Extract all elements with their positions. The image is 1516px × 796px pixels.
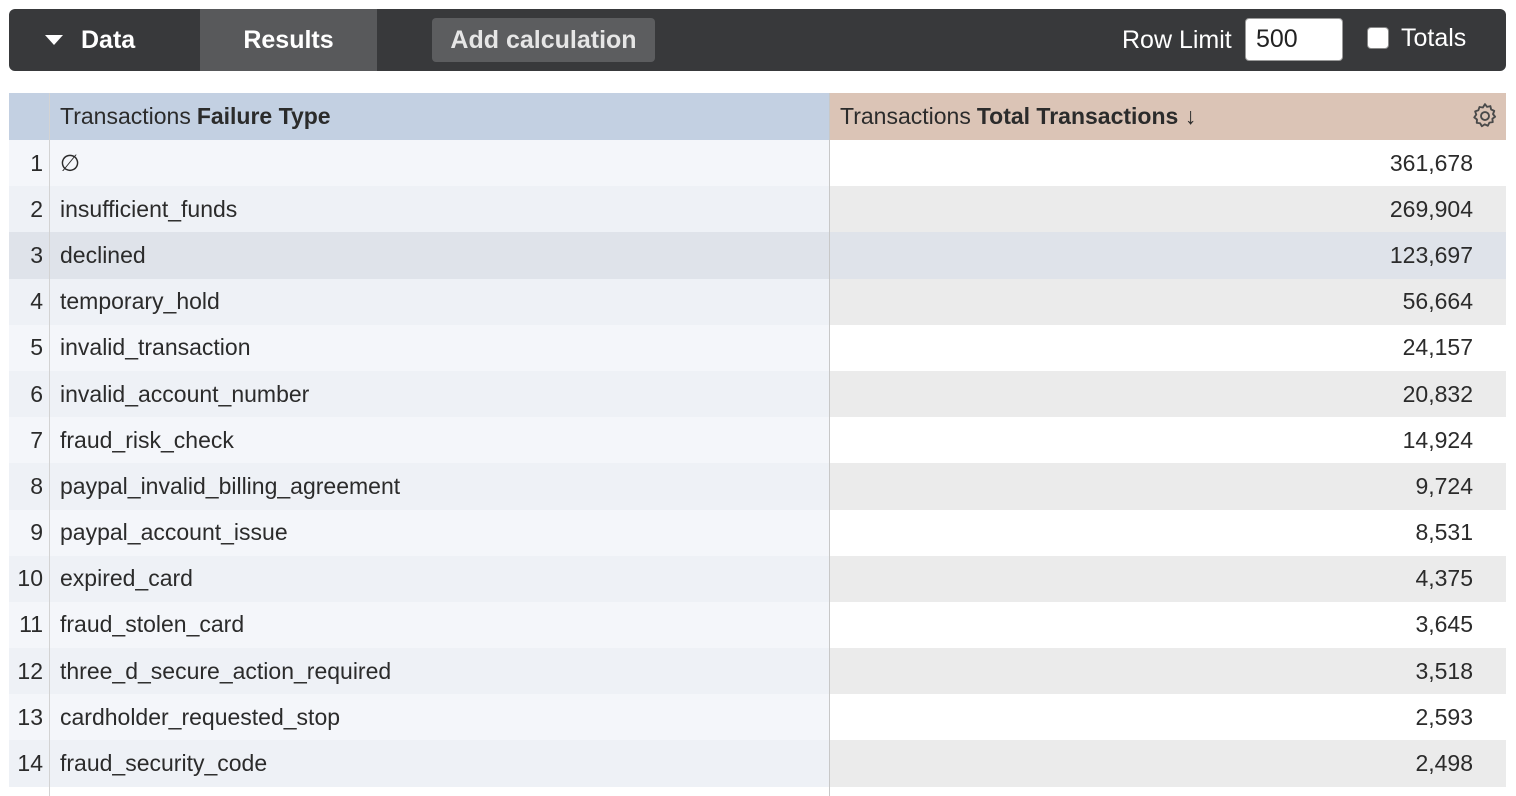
table-row: 11 fraud_stolen_card 3,645 xyxy=(9,601,1506,649)
row-index: 1 xyxy=(9,140,49,187)
table-row: 4 temporary_hold 56,664 xyxy=(9,278,1506,325)
total-transactions-cell: 361,678 xyxy=(830,140,1506,187)
table-row: 13 cardholder_requested_stop 2,593 xyxy=(9,694,1506,741)
failure-type-cell: paypal_invalid_billing_agreement xyxy=(50,463,829,510)
row-index: 10 xyxy=(9,555,49,602)
row-index: 5 xyxy=(9,324,49,371)
total-transactions-cell: 9,724 xyxy=(830,463,1506,510)
row-index: 7 xyxy=(9,417,49,464)
total-transactions-cell: 3,645 xyxy=(830,601,1506,649)
table-row: 2 insufficient_funds 269,904 xyxy=(9,186,1506,233)
header-failure-type-name: Failure Type xyxy=(196,103,331,129)
header-total-transactions[interactable]: Transactions Total Transactions ↓ xyxy=(830,93,1506,140)
failure-type-cell: ∅ xyxy=(50,140,829,187)
failure-type-cell: declined xyxy=(50,232,829,279)
total-transactions-cell: 8,531 xyxy=(830,509,1506,556)
column-divider xyxy=(829,93,830,796)
table-row: 3 declined 123,697 xyxy=(9,232,1506,279)
total-transactions-cell: 123,697 xyxy=(830,232,1506,279)
total-transactions-cell: 3,518 xyxy=(830,648,1506,695)
table-header: Transactions Failure Type Transactions T… xyxy=(9,93,1506,140)
total-transactions-cell: 269,904 xyxy=(830,186,1506,233)
failure-type-cell: invalid_account_number xyxy=(50,370,829,418)
total-transactions-cell: 24,157 xyxy=(830,324,1506,371)
toolbar: Data Results Add calculation Row Limit T… xyxy=(9,9,1506,71)
header-index-cell xyxy=(9,93,49,140)
failure-type-cell: invalid_transaction xyxy=(50,324,829,371)
failure-type-cell: insufficient_funds xyxy=(50,186,829,233)
failure-type-cell: paypal_account_issue xyxy=(50,509,829,556)
caret-down-icon xyxy=(45,35,63,45)
tab-data[interactable]: Data xyxy=(9,9,200,71)
failure-type-cell: temporary_hold xyxy=(50,278,829,325)
table-row: 12 three_d_secure_action_required 3,518 xyxy=(9,648,1506,695)
total-transactions-cell: 14,924 xyxy=(830,417,1506,464)
row-limit-input[interactable] xyxy=(1245,18,1343,61)
failure-type-cell: expired_card xyxy=(50,555,829,602)
tab-results-label: Results xyxy=(243,25,334,54)
table-row: 7 fraud_risk_check 14,924 xyxy=(9,417,1506,464)
header-failure-type[interactable]: Transactions Failure Type xyxy=(50,93,859,140)
total-transactions-cell: 56,664 xyxy=(830,278,1506,325)
table-row: 6 invalid_account_number 20,832 xyxy=(9,370,1506,418)
row-index: 11 xyxy=(9,601,49,649)
row-index: 13 xyxy=(9,694,49,741)
total-transactions-cell: 2,498 xyxy=(830,740,1506,787)
column-divider xyxy=(49,93,50,796)
table-row: 8 paypal_invalid_billing_agreement 9,724 xyxy=(9,463,1506,510)
row-index: 12 xyxy=(9,648,49,695)
totals-label: Totals xyxy=(1401,23,1467,52)
table-row: 1 ∅ 361,678 xyxy=(9,140,1506,187)
table-row: 9 paypal_account_issue 8,531 xyxy=(9,509,1506,556)
row-index: 9 xyxy=(9,509,49,556)
row-index: 3 xyxy=(9,232,49,279)
table-row: 5 invalid_transaction 24,157 xyxy=(9,324,1506,371)
tab-results[interactable]: Results xyxy=(200,9,377,71)
row-index: 2 xyxy=(9,186,49,233)
totals-checkbox[interactable] xyxy=(1367,27,1389,49)
failure-type-cell: cardholder_requested_stop xyxy=(50,694,829,741)
gear-icon[interactable] xyxy=(1470,101,1500,131)
row-index: 14 xyxy=(9,740,49,787)
header-total-transactions-name: Total Transactions ↓ xyxy=(976,103,1197,129)
failure-type-cell: fraud_risk_check xyxy=(50,417,829,464)
row-limit-label: Row Limit xyxy=(1122,25,1232,54)
tab-data-label: Data xyxy=(81,25,136,54)
table-row: 10 expired_card 4,375 xyxy=(9,555,1506,602)
add-calculation-button[interactable]: Add calculation xyxy=(432,18,655,62)
row-index: 8 xyxy=(9,463,49,510)
header-total-transactions-prefix: Transactions xyxy=(840,103,971,129)
failure-type-cell: fraud_stolen_card xyxy=(50,601,829,649)
total-transactions-cell: 2,593 xyxy=(830,694,1506,741)
total-transactions-cell: 4,375 xyxy=(830,555,1506,602)
table-row: 14 fraud_security_code 2,498 xyxy=(9,740,1506,787)
row-index: 6 xyxy=(9,370,49,418)
results-table: Transactions Failure Type Transactions T… xyxy=(9,93,1506,796)
failure-type-cell: fraud_security_code xyxy=(50,740,829,787)
failure-type-cell: three_d_secure_action_required xyxy=(50,648,829,695)
row-index: 4 xyxy=(9,278,49,325)
total-transactions-cell: 20,832 xyxy=(830,370,1506,418)
header-failure-type-prefix: Transactions xyxy=(60,103,191,129)
